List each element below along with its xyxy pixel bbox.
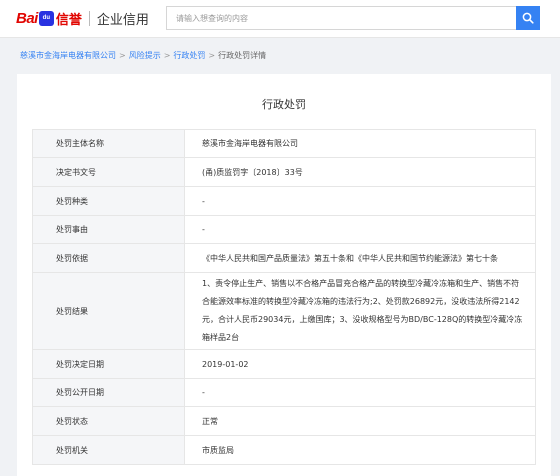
row-key: 处罚依据	[32, 243, 185, 273]
table-row: 处罚事由 -	[32, 215, 536, 244]
row-value: 正常	[184, 406, 536, 436]
logo-divider	[88, 10, 90, 26]
row-key: 处罚机关	[32, 435, 185, 465]
breadcrumb-separator: >	[208, 51, 216, 60]
breadcrumb-separator: >	[163, 51, 171, 60]
row-key: 处罚结果	[32, 272, 185, 350]
row-key: 处罚事由	[32, 215, 185, 244]
row-key: 处罚主体名称	[32, 129, 185, 158]
penalty-detail-card: 行政处罚 处罚主体名称 慈溪市金海岸电器有限公司 决定书文号 (甬)质监罚字〔2…	[17, 74, 551, 476]
breadcrumb-current: 行政处罚详情	[218, 51, 267, 60]
search-button[interactable]	[516, 6, 540, 30]
breadcrumb: 慈溪市金海岸电器有限公司 > 风险提示 > 行政处罚 > 行政处罚详情	[20, 50, 266, 61]
row-key: 处罚状态	[32, 406, 185, 436]
search-icon	[522, 12, 534, 24]
table-row: 处罚状态 正常	[32, 406, 536, 436]
top-bar: Bai du 信誉 企业信用	[0, 0, 560, 38]
row-value: (甬)质监罚字〔2018〕33号	[184, 157, 536, 187]
row-value: -	[184, 378, 536, 407]
search-input[interactable]	[166, 6, 516, 30]
baidu-xinyu-logo[interactable]: Bai du 信誉 企业信用	[16, 8, 149, 28]
table-row: 处罚结果 1、责令停止生产、销售以不合格产品冒充合格产品的转换型冷藏冷冻箱和生产…	[32, 272, 536, 350]
row-key: 处罚公开日期	[32, 378, 185, 407]
row-value: 2019-01-02	[184, 349, 536, 379]
row-value: -	[184, 215, 536, 244]
row-value: -	[184, 186, 536, 216]
table-row: 处罚决定日期 2019-01-02	[32, 349, 536, 379]
row-value: 市质监局	[184, 435, 536, 465]
page-title: 行政处罚	[262, 98, 306, 111]
logo-bai-text: Bai	[16, 9, 38, 27]
table-row: 处罚依据 《中华人民共和国产品质量法》第五十条和《中华人民共和国节约能源法》第七…	[32, 243, 536, 273]
row-value: 《中华人民共和国产品质量法》第五十条和《中华人民共和国节约能源法》第七十条	[184, 243, 536, 273]
row-value: 慈溪市金海岸电器有限公司	[184, 129, 536, 158]
table-row: 处罚主体名称 慈溪市金海岸电器有限公司	[32, 129, 536, 158]
breadcrumb-risk-alert[interactable]: 风险提示	[129, 51, 161, 60]
breadcrumb-admin-penalty[interactable]: 行政处罚	[173, 51, 205, 60]
row-key: 决定书文号	[32, 157, 185, 187]
logo-xinyu-text: 信誉	[55, 12, 82, 28]
row-value: 1、责令停止生产、销售以不合格产品冒充合格产品的转换型冷藏冷冻箱和生产、销售不符…	[184, 272, 536, 350]
logo-subtitle: 企业信用	[96, 12, 149, 28]
table-row: 处罚机关 市质监局	[32, 435, 536, 465]
table-row: 处罚公开日期 -	[32, 378, 536, 407]
breadcrumb-company[interactable]: 慈溪市金海岸电器有限公司	[20, 51, 116, 60]
row-key: 处罚种类	[32, 186, 185, 216]
paw-icon: du	[38, 10, 54, 26]
breadcrumb-separator: >	[119, 51, 126, 60]
search-bar	[166, 6, 540, 30]
table-row: 决定书文号 (甬)质监罚字〔2018〕33号	[32, 157, 536, 187]
penalty-detail-table: 处罚主体名称 慈溪市金海岸电器有限公司 决定书文号 (甬)质监罚字〔2018〕3…	[32, 129, 536, 465]
row-key: 处罚决定日期	[32, 349, 185, 379]
table-row: 处罚种类 -	[32, 186, 536, 216]
